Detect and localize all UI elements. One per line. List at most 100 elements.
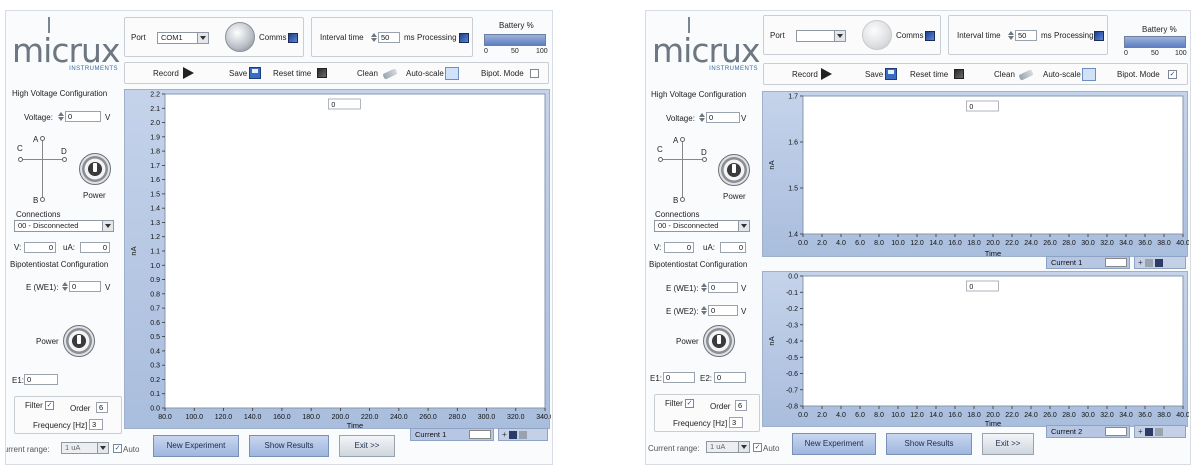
electrode-b-dot[interactable] bbox=[680, 197, 685, 202]
current-chart[interactable]: 80.0 100.0 120.0 140.0 160.0 180.0 200.0 220.0 2… bbox=[125, 90, 552, 431]
e-we1-input[interactable]: 0 bbox=[69, 281, 101, 292]
interval-label: Interval time bbox=[320, 33, 364, 42]
x-tick-label: 140.0 bbox=[244, 414, 262, 421]
graph-tools[interactable]: + bbox=[498, 428, 548, 441]
port-select[interactable]: COM1 bbox=[157, 32, 209, 44]
interval-spinner-icon[interactable] bbox=[371, 32, 377, 43]
current-range-label: Current range: bbox=[6, 445, 50, 454]
graph-tools[interactable]: + bbox=[1134, 256, 1186, 269]
hv-power-button[interactable] bbox=[718, 154, 750, 186]
electrode-d-dot[interactable] bbox=[62, 157, 67, 162]
crosshair-icon[interactable]: + bbox=[1138, 427, 1143, 436]
voltage-input[interactable]: 0 bbox=[706, 112, 740, 123]
auto-range-checkbox[interactable]: ✓ bbox=[113, 444, 122, 453]
logo-subtitle: INSTRUMENTS bbox=[709, 66, 758, 72]
exit-button[interactable]: Exit >> bbox=[339, 435, 395, 457]
voltage-input[interactable]: 0 bbox=[65, 111, 101, 122]
x-tick-label: 26.0 bbox=[1043, 240, 1057, 247]
order-input[interactable]: 6 bbox=[96, 402, 108, 413]
current-1-chart[interactable]: 0.0 2.0 4.0 6.0 8.0 10.0 12.0 14.0 16.0 18.0 20.0 2… bbox=[763, 92, 1190, 259]
comms-knob-icon[interactable] bbox=[862, 20, 892, 50]
clean-eraser-icon[interactable] bbox=[382, 68, 398, 80]
record-play-icon[interactable] bbox=[821, 68, 832, 80]
interval-spinner-icon[interactable] bbox=[1008, 30, 1014, 41]
auto-range-checkbox[interactable]: ✓ bbox=[753, 443, 762, 452]
zoom-icon[interactable] bbox=[1144, 427, 1153, 436]
voltage-spinner-icon[interactable] bbox=[58, 111, 64, 122]
electrode-d-dot[interactable] bbox=[702, 157, 707, 162]
crosshair-icon[interactable]: + bbox=[1138, 258, 1143, 267]
clean-label: Clean bbox=[357, 69, 378, 78]
battery-tick: 100 bbox=[1175, 50, 1187, 57]
electrode-c-dot[interactable] bbox=[658, 157, 663, 162]
y-tick-label: 1.4 bbox=[150, 206, 160, 213]
autoscale-icon[interactable] bbox=[445, 67, 459, 80]
show-results-button[interactable]: Show Results bbox=[886, 433, 972, 455]
save-disk-icon[interactable] bbox=[249, 67, 261, 79]
interval-panel: Interval time 50 ms Processing bbox=[311, 17, 473, 57]
hv-power-button[interactable] bbox=[79, 153, 111, 185]
show-results-button[interactable]: Show Results bbox=[249, 435, 329, 457]
pan-icon[interactable] bbox=[1154, 258, 1163, 267]
clean-eraser-icon[interactable] bbox=[1018, 69, 1034, 81]
processing-label: Processing bbox=[1054, 31, 1094, 40]
pan-icon[interactable] bbox=[518, 430, 527, 439]
filter-checkbox[interactable]: ✓ bbox=[685, 399, 694, 408]
save-disk-icon[interactable] bbox=[885, 68, 897, 80]
e-we2-input[interactable]: 0 bbox=[708, 305, 738, 316]
reset-time-button[interactable] bbox=[317, 68, 327, 78]
x-tick-label: 32.0 bbox=[1100, 240, 1114, 247]
e-we1-spinner-icon[interactable] bbox=[701, 282, 707, 293]
filter-checkbox[interactable]: ✓ bbox=[45, 401, 54, 410]
legend-current-1[interactable]: Current 1 bbox=[410, 428, 494, 441]
current-2-chart[interactable]: 0.0 2.0 4.0 6.0 8.0 10.0 12.0 14.0 16.0 18.0 20.0 2… bbox=[763, 272, 1190, 429]
comms-label: Comms bbox=[896, 31, 924, 40]
pan-icon[interactable] bbox=[1154, 427, 1163, 436]
graph-tools[interactable]: + bbox=[1134, 425, 1186, 438]
reset-time-button[interactable] bbox=[954, 69, 964, 79]
electrode-b-dot[interactable] bbox=[40, 197, 45, 202]
autoscale-icon[interactable] bbox=[1082, 68, 1096, 81]
zoom-icon[interactable] bbox=[1144, 258, 1153, 267]
electrode-c-dot[interactable] bbox=[18, 157, 23, 162]
exit-button[interactable]: Exit >> bbox=[982, 433, 1034, 455]
y-tick-label: 1.4 bbox=[788, 232, 798, 239]
order-input[interactable]: 6 bbox=[735, 400, 747, 411]
current-range-select[interactable]: 1 uA bbox=[706, 441, 750, 453]
record-play-icon[interactable] bbox=[183, 67, 194, 79]
x-tick-label: 32.0 bbox=[1100, 412, 1114, 419]
voltage-spinner-icon[interactable] bbox=[699, 112, 705, 123]
bipot-power-button[interactable] bbox=[63, 325, 95, 357]
connections-select[interactable]: 00 - Disconnected bbox=[14, 220, 114, 232]
bipot-power-button[interactable] bbox=[703, 325, 735, 357]
bipot-mode-checkbox[interactable] bbox=[530, 69, 539, 78]
electrode-cross bbox=[42, 138, 43, 200]
y-tick-label: 1.6 bbox=[150, 177, 160, 184]
comms-knob-icon[interactable] bbox=[225, 22, 255, 52]
e-we2-spinner-icon[interactable] bbox=[701, 305, 707, 316]
comms-label: Comms bbox=[259, 33, 287, 42]
frequency-input[interactable]: 3 bbox=[89, 419, 103, 430]
interval-input[interactable]: 50 bbox=[378, 32, 400, 43]
legend-current-2[interactable]: Current 2 bbox=[1046, 425, 1130, 438]
interval-input[interactable]: 50 bbox=[1015, 30, 1037, 41]
zoom-icon[interactable] bbox=[508, 430, 517, 439]
y-tick-label: 0.0 bbox=[150, 406, 160, 413]
bipot-mode-checkbox[interactable]: ✓ bbox=[1168, 70, 1177, 79]
x-tick-label: 260.0 bbox=[419, 414, 437, 421]
electrode-a-dot[interactable] bbox=[680, 137, 685, 142]
y-tick-label: 1.9 bbox=[150, 134, 160, 141]
electrode-c-label: C bbox=[17, 144, 23, 153]
electrode-a-dot[interactable] bbox=[40, 136, 45, 141]
current-range-select[interactable]: 1 uA bbox=[61, 442, 109, 454]
new-experiment-button[interactable]: New Experiment bbox=[792, 433, 876, 455]
e-we1-input[interactable]: 0 bbox=[708, 282, 738, 293]
new-experiment-button[interactable]: New Experiment bbox=[153, 435, 239, 457]
port-select[interactable] bbox=[796, 30, 846, 42]
frequency-input[interactable]: 3 bbox=[729, 417, 743, 428]
legend-current-1[interactable]: Current 1 bbox=[1046, 256, 1130, 269]
e-we1-spinner-icon[interactable] bbox=[62, 281, 68, 292]
crosshair-icon[interactable]: + bbox=[502, 430, 507, 439]
v-readout-label: V: bbox=[654, 243, 662, 252]
connections-select[interactable]: 00 - Disconnected bbox=[654, 220, 750, 232]
